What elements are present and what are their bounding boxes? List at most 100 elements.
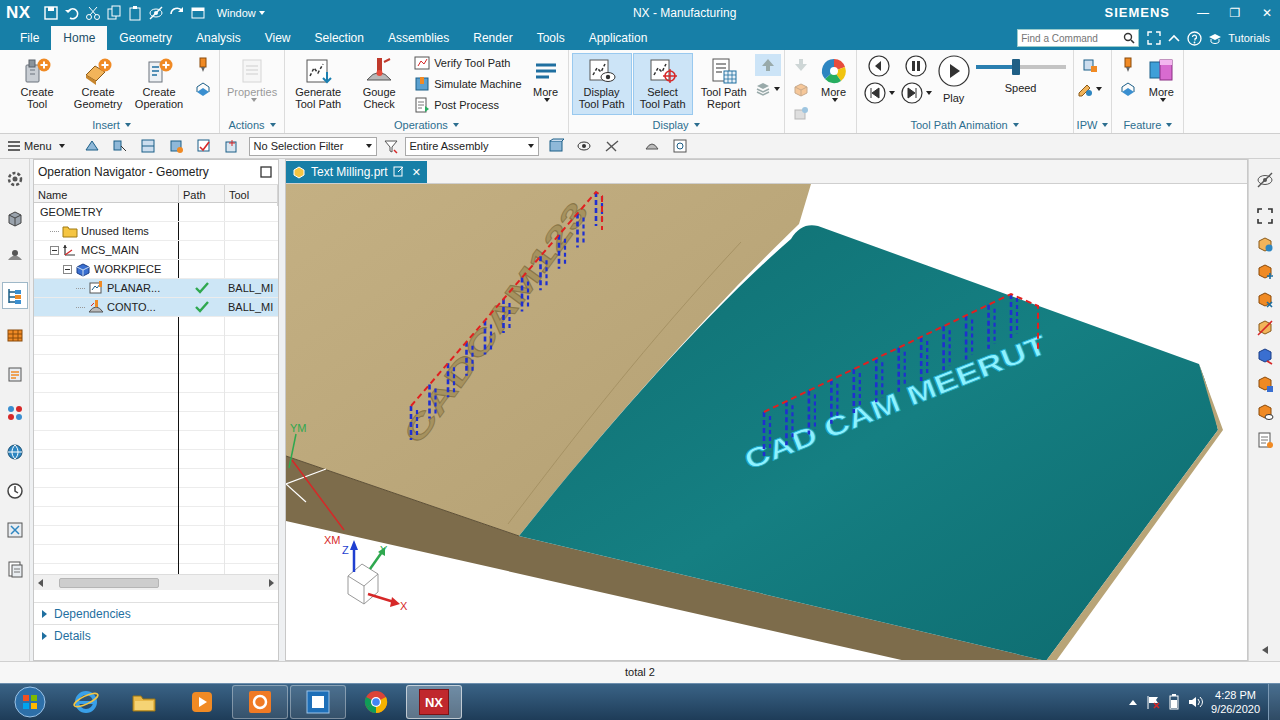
ribbon-button[interactable]: More (1142, 53, 1180, 115)
operation-row[interactable]: CONTO...BALL_MI (34, 298, 278, 317)
toolbar-button[interactable] (137, 135, 159, 157)
ribbon-button-label[interactable]: More (533, 86, 558, 98)
dropdown-arrow-icon[interactable] (694, 123, 700, 127)
ribbon-button[interactable]: Generate Tool Path (288, 53, 348, 115)
view-tool-button[interactable] (1252, 169, 1278, 191)
ribbon-small-button[interactable]: Simulate Machine (414, 75, 521, 93)
resource-bar-tab[interactable] (2, 516, 28, 543)
navigator-section[interactable]: Dependencies (34, 602, 278, 624)
view-tool-button[interactable] (1252, 205, 1278, 227)
window-menu-label[interactable]: Window (217, 5, 256, 22)
node-name[interactable]: MCS_MAIN (81, 242, 139, 259)
taskbar-app[interactable]: NX (406, 685, 462, 719)
ribbon-button[interactable]: Gouge Check (349, 53, 409, 115)
icon-button[interactable] (1115, 54, 1141, 76)
view-tool-button[interactable] (1252, 373, 1278, 395)
resource-bar-tab[interactable] (2, 360, 28, 387)
collapse-toolbar-icon[interactable] (1261, 645, 1269, 655)
name-cell[interactable]: WORKPIECE (34, 260, 179, 279)
pause-icon[interactable] (905, 55, 927, 77)
operation-row[interactable]: Unused Items (34, 222, 278, 241)
operation-row[interactable]: MCS_MAIN (34, 241, 278, 260)
animation-button[interactable] (901, 82, 932, 104)
name-cell[interactable]: MCS_MAIN (34, 241, 179, 260)
navigator-section[interactable]: Details (34, 624, 278, 646)
ribbon-tab[interactable]: File (8, 26, 51, 50)
section-title[interactable]: Details (54, 627, 91, 645)
tool-path[interactable] (411, 192, 1038, 456)
ribbon-button[interactable]: Create Operation (129, 53, 189, 115)
clock-date[interactable]: 9/26/2020 (1211, 702, 1260, 716)
dropdown-arrow-icon[interactable] (453, 123, 459, 127)
node-name[interactable]: WORKPIECE (94, 261, 161, 278)
icon-button[interactable] (755, 54, 781, 76)
paste-icon[interactable] (127, 5, 143, 21)
icon-button[interactable] (190, 54, 216, 76)
ribbon-button-label[interactable]: More (821, 86, 846, 98)
slider-thumb[interactable] (1012, 59, 1020, 75)
part-model-view[interactable]: CADCAM123CAD CAM MEERUTYMXMZYX (286, 184, 1247, 660)
toolbar-button[interactable] (669, 135, 691, 157)
resource-bar-tab[interactable] (2, 477, 28, 504)
view-tool-button[interactable] (1252, 289, 1278, 311)
taskbar-app[interactable] (290, 685, 346, 719)
ribbon-small-button-label[interactable]: Post Process (434, 100, 499, 111)
system-clock[interactable]: 4:28 PM9/26/2020 (1211, 688, 1260, 716)
repeat-icon[interactable] (169, 5, 185, 21)
name-cell[interactable]: GEOMETRY (34, 203, 179, 222)
ribbon-small-button-label[interactable]: Simulate Machine (434, 79, 521, 90)
dropdown-arrow-icon[interactable] (1102, 123, 1108, 127)
fullscreen-icon[interactable] (1147, 31, 1161, 45)
ribbon-button-label[interactable]: Generate Tool Path (292, 86, 344, 110)
start-button[interactable] (4, 685, 56, 719)
name-cell[interactable]: PLANAR... (34, 279, 179, 298)
window-menu[interactable]: Window (217, 5, 265, 22)
view-tool-button[interactable] (1252, 317, 1278, 339)
window-control-button[interactable]: ✕ (1254, 1, 1280, 25)
collapse-ribbon-icon[interactable] (1167, 31, 1181, 45)
clock-time[interactable]: 4:28 PM (1211, 688, 1260, 702)
view-tool-button[interactable] (1252, 429, 1278, 451)
view-tool-button[interactable] (1252, 345, 1278, 367)
icon-button[interactable] (1115, 78, 1141, 100)
scrollbar-thumb[interactable] (59, 578, 159, 588)
toolbar-button[interactable] (573, 135, 595, 157)
view-tool-button[interactable] (1252, 261, 1278, 283)
scroll-right-icon[interactable] (267, 578, 275, 588)
node-name[interactable]: GEOMETRY (40, 204, 103, 221)
dropdown-value[interactable]: Entire Assembly (410, 138, 489, 155)
section-title[interactable]: Dependencies (54, 605, 131, 623)
resource-bar-tab[interactable] (2, 321, 28, 348)
selection-filter-dropdown[interactable]: No Selection Filter (249, 137, 377, 156)
toolbar-button[interactable] (81, 135, 103, 157)
resource-bar-tab[interactable] (2, 243, 28, 270)
action-center-flag-icon[interactable] (1145, 694, 1161, 710)
icon-button[interactable] (1077, 78, 1103, 100)
ribbon-button-label[interactable]: Create Geometry (72, 86, 124, 110)
ribbon-button[interactable]: Display Tool Path (572, 53, 632, 115)
toolbar-button[interactable] (641, 135, 663, 157)
filter-funnel-icon[interactable] (383, 138, 399, 154)
dropdown-arrow-icon[interactable] (832, 98, 838, 102)
window-control-button[interactable]: ❐ (1222, 1, 1248, 25)
view-tool-button[interactable] (1252, 233, 1278, 255)
taskbar-app[interactable] (348, 685, 404, 719)
ribbon-button-label[interactable]: Display Tool Path (576, 86, 628, 110)
dropdown-arrow-icon[interactable] (125, 123, 131, 127)
node-name[interactable]: CONTO... (107, 299, 156, 316)
step-back-icon[interactable] (868, 55, 890, 77)
ribbon-button[interactable]: More (527, 53, 565, 115)
dropdown-arrow-icon[interactable] (926, 91, 932, 95)
dropdown-arrow-icon[interactable] (270, 123, 276, 127)
expand-arrow-icon[interactable] (42, 632, 47, 640)
part-file-tab[interactable]: Text Milling.prt✕ (286, 161, 427, 183)
resource-bar-tab[interactable] (2, 399, 28, 426)
ribbon-button-label[interactable]: Tool Path Report (698, 86, 750, 110)
resource-bar-tab[interactable] (2, 555, 28, 582)
window-icon[interactable] (190, 5, 206, 21)
ribbon-tab[interactable]: Application (577, 26, 660, 50)
ribbon-button[interactable]: Create Tool (7, 53, 67, 115)
ribbon-button[interactable]: Create Geometry (68, 53, 128, 115)
ribbon-button[interactable]: More (815, 53, 853, 115)
speed-slider[interactable]: Speed (976, 55, 1066, 94)
